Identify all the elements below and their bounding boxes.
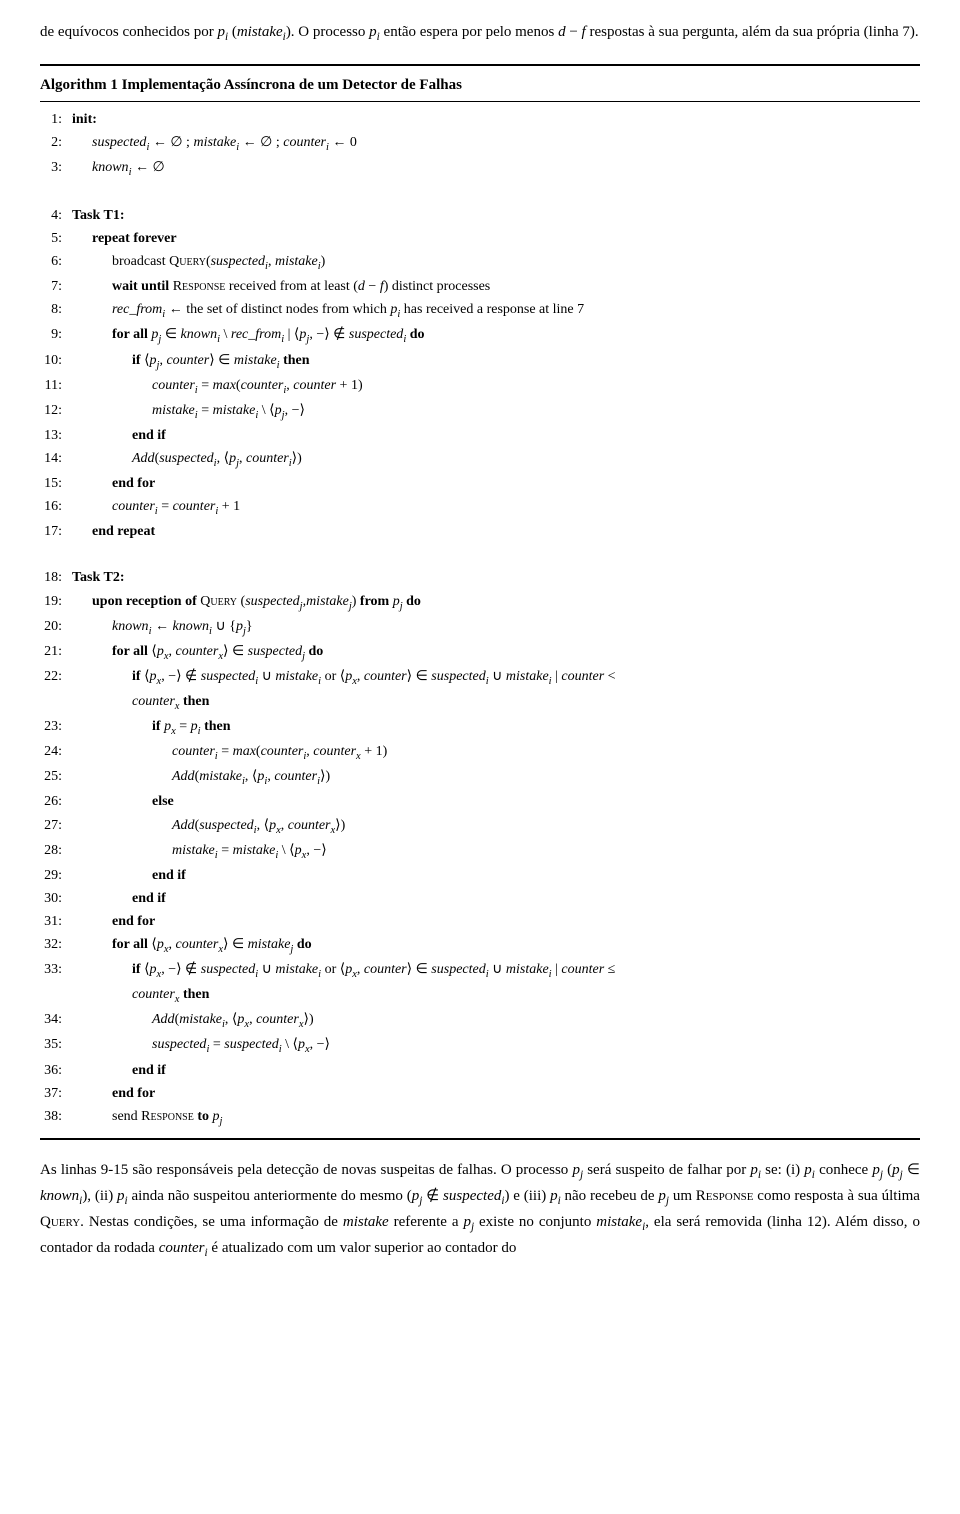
line-9: 9: for all pj ∈ knowni \ rec_fromi | ⟨pj… <box>40 323 920 348</box>
line-31: 31: end for <box>40 910 920 933</box>
line-26: 26: else <box>40 790 920 813</box>
line-20: 20: knowni ← knowni ∪ {pj} <box>40 615 920 640</box>
line-18: 18: Task T2: <box>40 566 920 589</box>
line-36: 36: end if <box>40 1059 920 1082</box>
line-27: 27: Add(suspectedi, ⟨px, counterx⟩) <box>40 814 920 839</box>
line-blank-1 <box>40 181 920 204</box>
line-blank-2 <box>40 543 920 566</box>
line-16: 16: counteri = counteri + 1 <box>40 495 920 520</box>
line-29: 29: end if <box>40 864 920 887</box>
line-30: 30: end if <box>40 887 920 910</box>
line-13: 13: end if <box>40 424 920 447</box>
line-12: 12: mistakei = mistakei \ ⟨pj, −⟩ <box>40 399 920 424</box>
line-17: 17: end repeat <box>40 520 920 543</box>
algorithm-box: Algorithm 1 Implementação Assíncrona de … <box>40 64 920 1140</box>
line-2: 2: suspectedi ← ∅ ; mistakei ← ∅ ; count… <box>40 131 920 156</box>
algorithm-title: Algorithm 1 Implementação Assíncrona de … <box>40 74 920 102</box>
line-24: 24: counteri = max(counteri, counterx + … <box>40 740 920 765</box>
line-19: 19: upon reception of Query (suspectedj,… <box>40 590 920 615</box>
line-4: 4: Task T1: <box>40 204 920 227</box>
line-25: 25: Add(mistakei, ⟨pi, counteri⟩) <box>40 765 920 790</box>
line-7: 7: wait until Response received from at … <box>40 275 920 298</box>
line-5: 5: repeat forever <box>40 227 920 250</box>
line-28: 28: mistakei = mistakei \ ⟨px, −⟩ <box>40 839 920 864</box>
line-22b: counterx then <box>40 690 920 715</box>
line-1: 1: init: <box>40 108 920 131</box>
line-15: 15: end for <box>40 472 920 495</box>
line-37: 37: end for <box>40 1082 920 1105</box>
line-22: 22: if ⟨px, −⟩ ∉ suspectedi ∪ mistakei o… <box>40 665 920 690</box>
line-8: 8: rec_fromi ← the set of distinct nodes… <box>40 298 920 323</box>
body-text: As linhas 9-15 são responsáveis pela det… <box>40 1158 920 1262</box>
algorithm-lines: 1: init: 2: suspectedi ← ∅ ; mistakei ← … <box>40 108 920 1130</box>
line-35: 35: suspectedi = suspectedi \ ⟨px, −⟩ <box>40 1033 920 1058</box>
line-38: 38: send Response to pj <box>40 1105 920 1130</box>
line-14: 14: Add(suspectedi, ⟨pj, counteri⟩) <box>40 447 920 472</box>
line-32: 32: for all ⟨px, counterx⟩ ∈ mistakej do <box>40 933 920 958</box>
line-23: 23: if px = pi then <box>40 715 920 740</box>
line-21: 21: for all ⟨px, counterx⟩ ∈ suspectedj … <box>40 640 920 665</box>
line-34: 34: Add(mistakei, ⟨px, counterx⟩) <box>40 1008 920 1033</box>
line-3: 3: knowni ← ∅ <box>40 156 920 181</box>
intro-paragraph: de equívocos conhecidos por pi (mistakei… <box>40 20 920 46</box>
line-6: 6: broadcast Query(suspectedi, mistakei) <box>40 250 920 275</box>
line-10: 10: if ⟨pj, counter⟩ ∈ mistakei then <box>40 349 920 374</box>
line-11: 11: counteri = max(counteri, counter + 1… <box>40 374 920 399</box>
line-33b: counterx then <box>40 983 920 1008</box>
line-33: 33: if ⟨px, −⟩ ∉ suspectedi ∪ mistakei o… <box>40 958 920 983</box>
